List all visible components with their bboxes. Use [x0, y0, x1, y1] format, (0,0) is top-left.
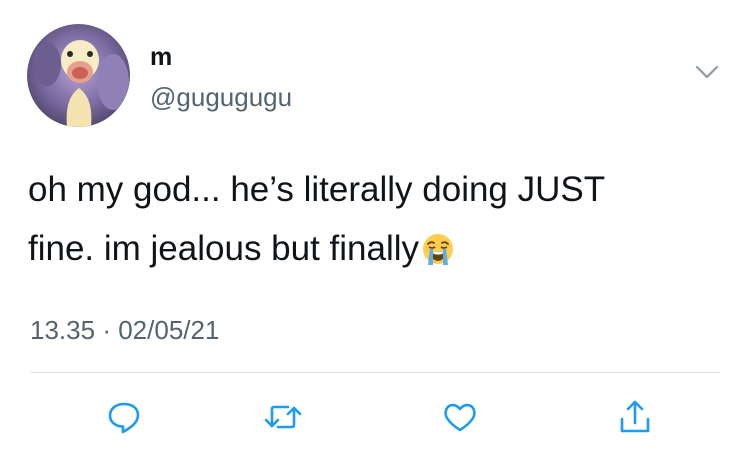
chevron-down-icon[interactable] — [694, 62, 720, 82]
avatar[interactable] — [27, 24, 130, 127]
tweet-time: 13.35 — [30, 315, 96, 345]
tweet-text-line-2-content: fine. im jealous but finally — [28, 229, 420, 268]
retweet-button[interactable] — [260, 394, 306, 440]
loudly-crying-face-icon — [421, 225, 455, 265]
heart-icon — [444, 403, 476, 432]
share-button[interactable] — [612, 394, 658, 440]
reply-button[interactable] — [101, 394, 147, 440]
display-name[interactable]: m — [150, 42, 172, 72]
tweet-text-line-2: fine. im jealous but finally — [28, 219, 728, 278]
share-icon — [620, 400, 650, 433]
tweet-timestamp[interactable]: 13.35 · 02/05/21 — [30, 314, 219, 346]
divider — [30, 372, 720, 373]
handle[interactable]: @gugugugu — [150, 82, 292, 112]
tweet-text-line-1: oh my god... he’s literally doing JUST — [28, 170, 606, 209]
tweet-date: 02/05/21 — [118, 315, 220, 345]
meta-separator: · — [102, 315, 111, 345]
reply-icon — [108, 402, 140, 434]
retweet-icon — [264, 405, 302, 429]
tweet-card: m @gugugugu oh my god... he’s literally … — [0, 0, 750, 461]
like-button[interactable] — [437, 394, 483, 440]
tweet-text: oh my god... he’s literally doing JUST f… — [28, 160, 728, 278]
